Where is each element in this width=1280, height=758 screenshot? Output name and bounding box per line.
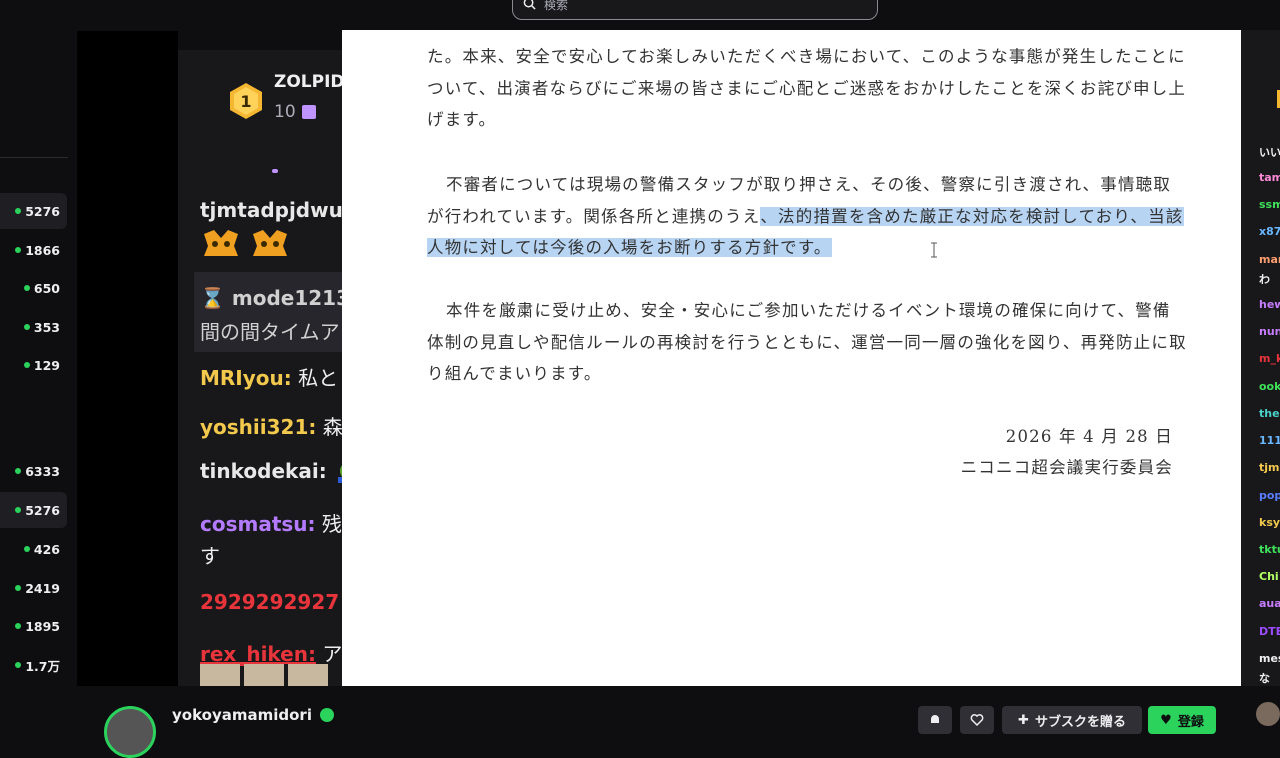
chat-emotes	[200, 664, 330, 686]
hourglass-icon: ⌛	[200, 286, 225, 310]
viewer-count[interactable]: 1866	[15, 240, 60, 260]
chat-username[interactable]: いい	[1259, 144, 1280, 160]
follow-button[interactable]: ♥ 登録	[1148, 706, 1216, 734]
chat-username[interactable]: DTE	[1259, 625, 1280, 638]
viewer-count[interactable]: 1895	[15, 616, 60, 636]
chat-username[interactable]: ssm	[1259, 198, 1280, 211]
chat-message: yoshii321: 森	[200, 415, 343, 439]
chat-username[interactable]: tjm	[1259, 461, 1280, 474]
chat-message: MRIyou: 私と	[200, 366, 339, 390]
live-dot-icon	[23, 285, 30, 291]
document-viewer[interactable]: た。本来、安全で安心してお楽しみいただくべき場において、このような事態が発生した…	[342, 30, 1241, 686]
live-dot-icon	[23, 324, 30, 330]
rank-badge-icon: 1	[230, 83, 262, 119]
viewer-count[interactable]: 1.7万	[15, 655, 60, 675]
chat-username[interactable]: aua	[1259, 597, 1280, 610]
chat-username[interactable]: Chi	[1259, 570, 1279, 583]
chat-text: わ	[1259, 273, 1270, 286]
gift-count: 10	[274, 102, 316, 122]
chat-username[interactable]: cosmatsu:	[200, 512, 316, 536]
streamer-name[interactable]: yokoyamamidori	[172, 706, 312, 724]
chat-username[interactable]: nun	[1259, 325, 1280, 338]
viewer-count[interactable]: 5276	[15, 201, 60, 221]
viewer-count[interactable]: 426	[23, 539, 60, 559]
document-signature: ニコニコ超会議実行委員会	[960, 458, 1173, 477]
chat-username[interactable]: mes	[1259, 652, 1280, 665]
chat-emotes	[200, 228, 291, 263]
chat-text: な	[1259, 672, 1270, 685]
chat-username[interactable]: 2929292927	[200, 590, 339, 614]
chat-username[interactable]: ksy	[1259, 516, 1280, 529]
live-dot-icon	[15, 247, 22, 253]
chat-message: cosmatsu: 残	[200, 512, 342, 536]
live-dot-icon	[15, 585, 22, 591]
right-chat-column: いい tam ssm x87 mar わ hew nun m_k ook the…	[1241, 30, 1280, 686]
document-paragraph: た。本来、安全で安心してお楽しみいただくべき場において、このような事態が発生した…	[427, 47, 1187, 129]
notification-button[interactable]	[918, 706, 952, 734]
gift-subscription-button[interactable]: ✚ サブスクを贈る	[1002, 706, 1142, 734]
divider-dot	[272, 169, 278, 173]
chat-username[interactable]: tktu	[1259, 543, 1280, 556]
svg-text:1: 1	[240, 92, 251, 111]
live-dot-icon	[15, 507, 22, 513]
emote-icon	[204, 230, 238, 256]
search-bar[interactable]: 検索	[512, 0, 878, 20]
chat-username[interactable]: m_k	[1259, 352, 1280, 365]
live-dot-icon	[15, 208, 22, 214]
chat-username[interactable]: yoshii321:	[200, 415, 316, 439]
viewer-count[interactable]: 129	[23, 355, 60, 375]
favorite-button[interactable]	[960, 706, 994, 734]
top-gifter-name[interactable]: ZOLPID	[274, 72, 345, 92]
chat-username[interactable]: the	[1259, 407, 1280, 420]
viewer-count[interactable]: 5276	[15, 500, 60, 520]
chat-message-continued: す	[200, 544, 220, 568]
chat-username[interactable]: 111k	[1259, 434, 1280, 447]
chat-username[interactable]: hew	[1259, 298, 1280, 311]
sidebar-divider	[0, 157, 68, 158]
emote-icon	[200, 664, 328, 686]
viewer-count[interactable]: 353	[23, 317, 60, 337]
document-paragraph: 本件を厳粛に受け止め、安全・安心にご参加いただけるイベント環境の確保に向けて、警…	[427, 301, 1187, 383]
heart-icon: ♥	[1160, 712, 1172, 728]
live-dot-icon	[23, 546, 30, 552]
chat-message: tinkodekai:	[200, 459, 346, 485]
bell-icon	[931, 715, 939, 725]
system-message-text: ⌛ mode1213は	[200, 286, 346, 310]
live-dot-icon	[23, 362, 30, 368]
chat-panel: 1 ZOLPID 10 tjmtadpjdwug ⌛ mode1213は 間の間…	[178, 50, 346, 686]
text-cursor-icon	[931, 242, 937, 258]
viewer-count[interactable]: 2419	[15, 578, 60, 598]
live-dot-icon	[15, 468, 22, 474]
live-dot-icon	[15, 662, 22, 668]
document-paragraph: 不審者については現場の警備スタッフが取り押さえ、その後、警察に引き渡され、事情聴…	[427, 175, 1184, 257]
chat-username[interactable]: MRIyou:	[200, 366, 292, 390]
chat-username[interactable]: pop	[1259, 489, 1280, 502]
viewer-count[interactable]: 6333	[15, 461, 60, 481]
system-message-text: 間の間タイムア	[200, 320, 340, 344]
chat-username[interactable]: tjmtadpjdwug	[200, 198, 346, 222]
streamer-avatar[interactable]	[104, 706, 156, 758]
chat-message: rex_hiken: ア	[200, 642, 343, 666]
followed-channels-sidebar: 5276 1866 650 353 129 6333 5276 426 2419…	[0, 0, 68, 720]
viewer-count[interactable]: 650	[23, 278, 60, 298]
chat-username[interactable]: ook	[1259, 380, 1280, 393]
emote-icon	[252, 230, 287, 256]
search-icon	[523, 0, 536, 14]
video-player[interactable]	[77, 31, 178, 686]
heart-icon	[970, 714, 984, 727]
chat-username[interactable]: tam	[1259, 171, 1280, 184]
gift-icon: ✚	[1018, 712, 1029, 728]
chat-username[interactable]: tinkodekai:	[200, 459, 327, 483]
chat-username[interactable]: x87	[1259, 225, 1280, 238]
chat-username[interactable]: rex_hiken:	[200, 642, 316, 666]
streamer-name-row: yokoyamamidori	[172, 706, 334, 724]
document-date: 2026 年 4 月 28 日	[1005, 427, 1173, 446]
live-dot-icon	[15, 623, 22, 629]
search-input[interactable]: 検索	[544, 0, 568, 13]
user-avatar[interactable]	[1256, 702, 1280, 726]
chat-username[interactable]: mar	[1259, 253, 1280, 266]
gift-icon	[301, 105, 316, 119]
